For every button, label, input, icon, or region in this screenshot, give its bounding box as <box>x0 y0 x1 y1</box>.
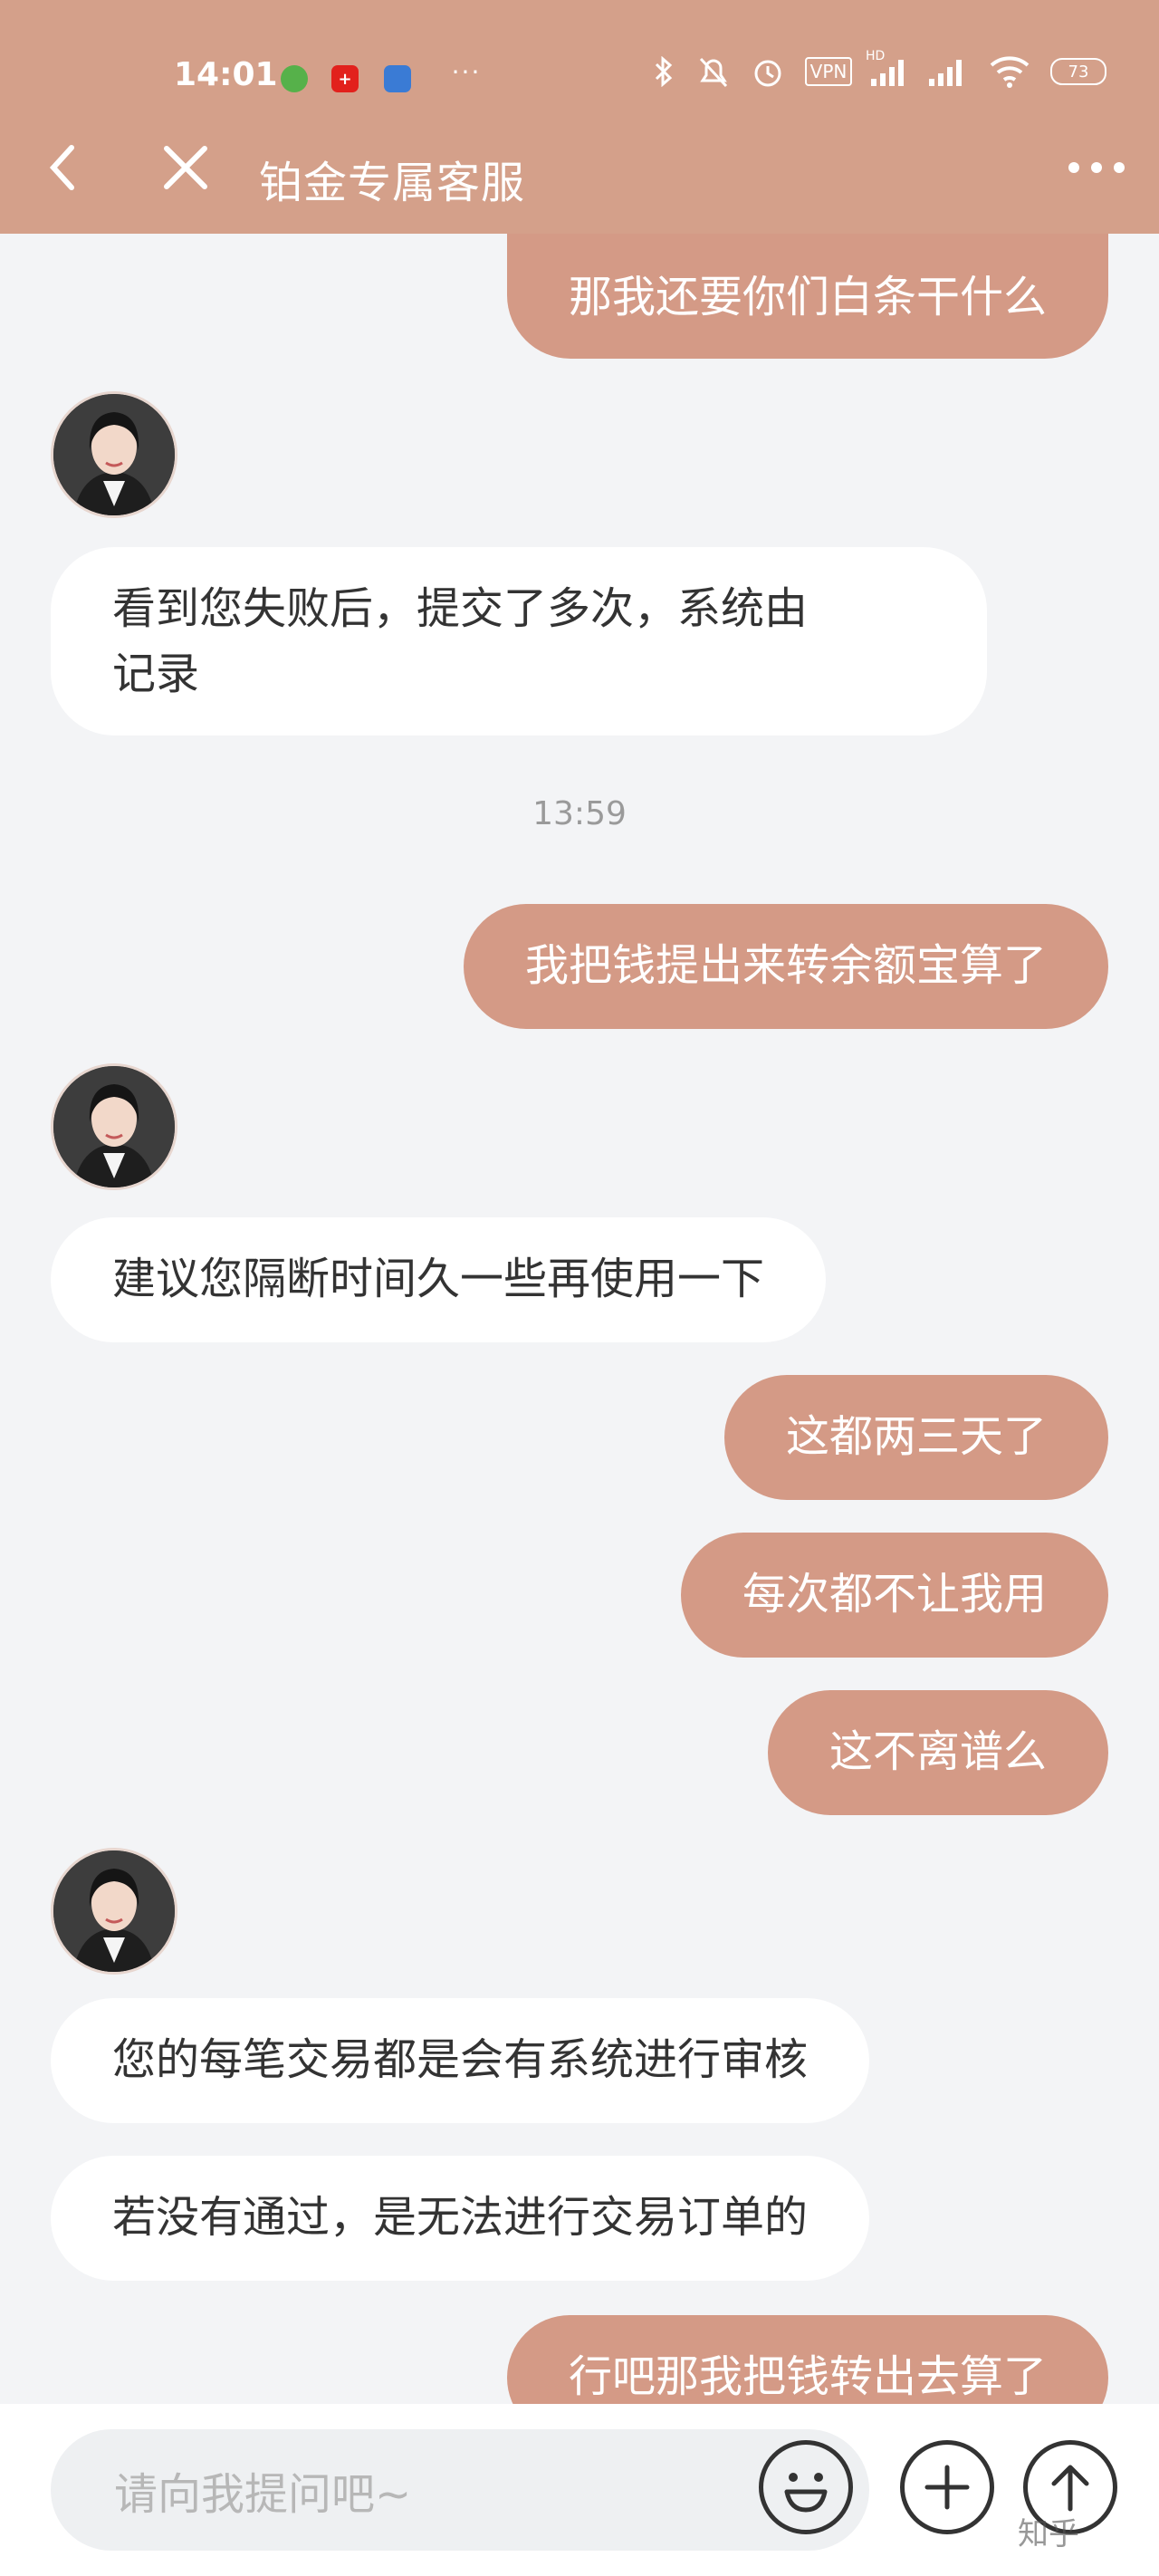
shield-app-icon: + <box>331 65 359 92</box>
hd-label: HD <box>866 49 886 63</box>
message-bubble-me[interactable]: 这不离谱么 <box>767 1690 1108 1815</box>
signal-hd-icon: HD <box>866 49 915 89</box>
more-icon <box>1068 162 1125 173</box>
wifi-icon <box>987 54 1032 89</box>
wechat-icon <box>281 65 308 92</box>
message-text: 那我还要你们白条干什么 <box>568 272 1047 322</box>
timestamp: 13:59 <box>532 795 627 832</box>
alarm-icon <box>748 54 788 89</box>
close-button[interactable] <box>154 136 217 199</box>
message-bubble-me[interactable]: 那我还要你们白条干什么 <box>506 234 1108 359</box>
bluetooth-icon <box>650 54 677 89</box>
message-bubble-me[interactable]: 我把钱提出来转余额宝算了 <box>463 904 1108 1029</box>
back-button[interactable] <box>31 136 94 199</box>
message-bubble-agent[interactable]: 看到您失败后，提交了多次，系统由 记录 <box>51 547 987 735</box>
message-bubble-me[interactable]: 每次都不让我用 <box>680 1533 1108 1658</box>
message-text: 您的每笔交易都是会有系统进行审核 <box>112 2034 809 2085</box>
mute-icon <box>694 54 733 89</box>
battery-icon: 73 <box>1049 54 1108 89</box>
agent-avatar-icon <box>53 1850 175 1972</box>
app-notification-icon <box>384 65 411 92</box>
message-text-line: 看到您失败后，提交了多次，系统由 <box>112 583 809 634</box>
message-bubble-agent[interactable]: 建议您隔断时间久一些再使用一下 <box>51 1217 827 1342</box>
add-button[interactable] <box>900 2440 994 2534</box>
vpn-icon: VPN <box>802 54 855 89</box>
status-bar: 14:01 + ··· VPN HD 73 <box>0 47 1159 111</box>
nav-bar: 铂金专属客服 <box>0 127 1159 217</box>
plus-icon <box>924 2465 970 2510</box>
close-icon <box>164 146 207 189</box>
agent-avatar-icon <box>53 1066 175 1187</box>
chevron-left-icon <box>49 145 74 190</box>
vpn-label: VPN <box>804 57 853 86</box>
avatar[interactable] <box>51 1848 177 1975</box>
agent-avatar-icon <box>53 394 175 515</box>
battery-level: 73 <box>1050 58 1106 85</box>
emoji-button[interactable] <box>759 2440 853 2534</box>
message-text: 我把钱提出来转余额宝算了 <box>524 940 1047 991</box>
message-text: 行吧那我把钱转出去算了 <box>568 2351 1047 2402</box>
status-time: 14:01 <box>174 56 278 93</box>
message-text-line: 记录 <box>112 649 200 699</box>
message-text: 这不离谱么 <box>829 1726 1047 1777</box>
emoji-icon <box>784 2473 828 2513</box>
message-bubble-agent[interactable]: 您的每笔交易都是会有系统进行审核 <box>51 1998 870 2123</box>
message-text: 若没有通过，是无法进行交易订单的 <box>112 2192 809 2243</box>
message-text: 建议您隔断时间久一些再使用一下 <box>112 1254 765 1304</box>
message-bubble-agent[interactable]: 若没有通过，是无法进行交易订单的 <box>51 2156 870 2281</box>
avatar[interactable] <box>51 391 177 518</box>
more-notifications-icon: ··· <box>451 56 482 87</box>
watermark: 知乎 <box>1018 2516 1079 2552</box>
avatar[interactable] <box>51 1063 177 1190</box>
message-input[interactable]: 请向我提问吧~ <box>51 2429 869 2551</box>
page-title: 铂金专属客服 <box>259 158 526 208</box>
input-placeholder: 请向我提问吧~ <box>114 2469 412 2520</box>
input-bar: 请向我提问吧~ <box>0 2404 1159 2576</box>
signal-icon <box>925 54 971 89</box>
top-bar: 14:01 + ··· VPN HD 73 铂金专属客服 <box>0 0 1159 234</box>
arrow-up-icon <box>1051 2465 1089 2512</box>
message-bubble-me[interactable]: 这都两三天了 <box>723 1375 1108 1500</box>
message-text: 每次都不让我用 <box>742 1569 1047 1620</box>
more-options-button[interactable] <box>1065 136 1128 199</box>
message-text: 这都两三天了 <box>785 1411 1047 1462</box>
